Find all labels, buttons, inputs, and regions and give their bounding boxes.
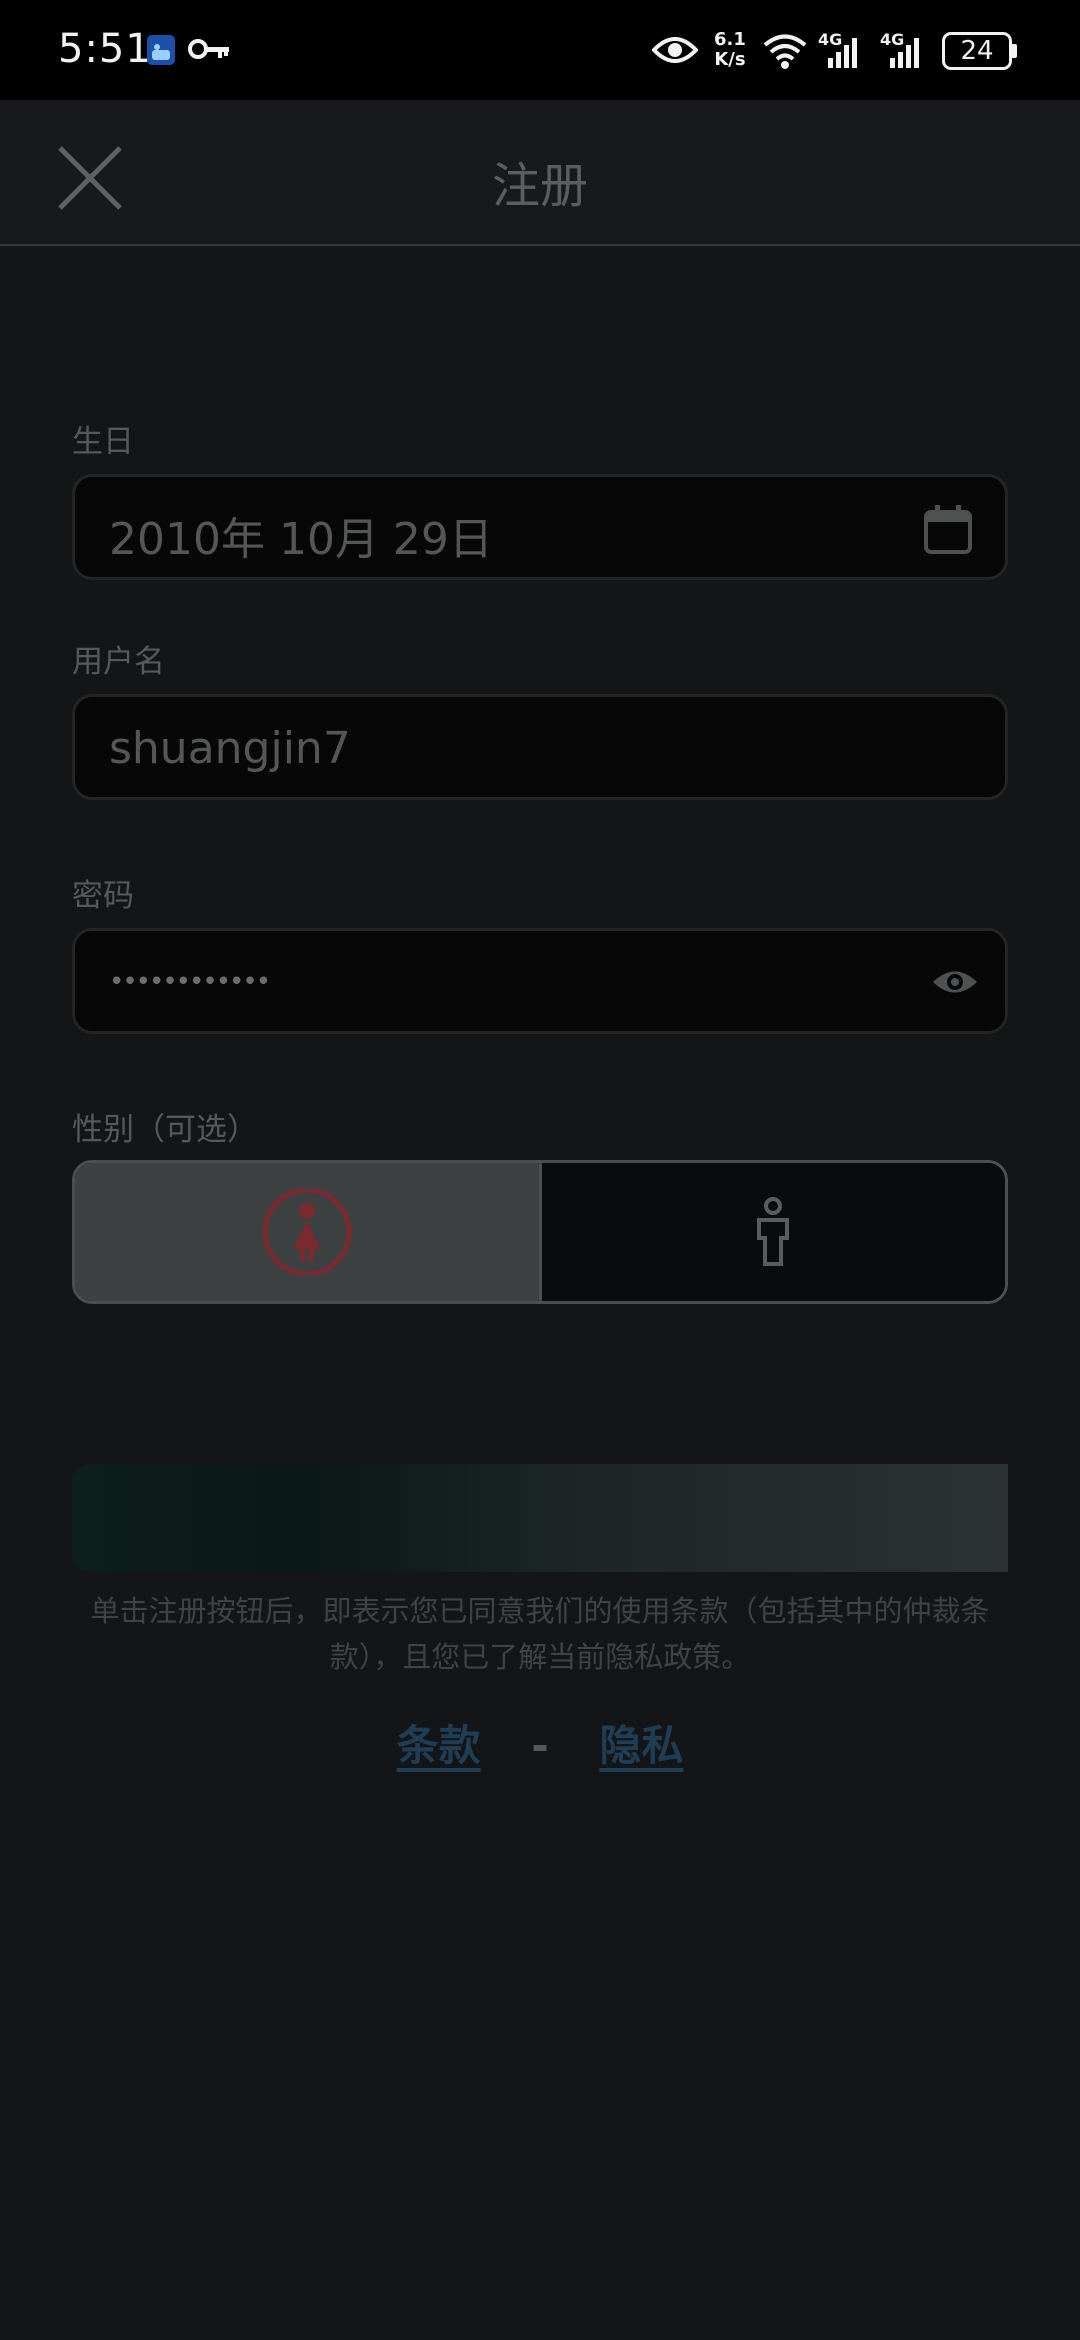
key-icon <box>188 39 229 59</box>
username-field[interactable]: shuangjin7 <box>72 694 1008 800</box>
female-icon <box>262 1189 352 1275</box>
calendar-icon[interactable] <box>923 503 973 555</box>
net-speed-unit: K/s <box>714 49 746 70</box>
terms-link[interactable]: 条款 <box>397 1721 481 1770</box>
battery-level: 24 <box>960 36 994 66</box>
header: 注册 <box>0 100 1080 246</box>
password-label: 密码 <box>72 878 134 914</box>
username-label: 用户名 <box>72 644 165 680</box>
gender-label: 性别（可选） <box>72 1112 258 1148</box>
signal-icon <box>890 38 919 68</box>
password-value: •••••••••••• <box>109 967 271 997</box>
app-icon <box>147 35 175 65</box>
links-separator: - <box>531 1721 549 1770</box>
eye-icon[interactable] <box>931 965 979 999</box>
status-time: 5:51 <box>58 26 152 72</box>
username-value: shuangjin7 <box>109 723 351 774</box>
legal-links: 条款 - 隐私 <box>0 1712 1080 1773</box>
signal-icon <box>828 38 857 68</box>
gender-selector <box>72 1160 1008 1304</box>
birthday-label: 生日 <box>72 424 134 460</box>
wifi-icon <box>763 34 807 69</box>
password-field[interactable]: •••••••••••• <box>72 928 1008 1034</box>
register-button[interactable] <box>72 1464 1008 1572</box>
terms-text: 单击注册按钮后，即表示您已同意我们的使用条款（包括其中的仲裁条款），且您已了解当… <box>90 1594 990 1674</box>
page-title: 注册 <box>491 158 588 214</box>
birthday-value: 2010年 10月 29日 <box>109 514 493 565</box>
net-speed-value: 6.1 <box>714 29 746 50</box>
gender-male-option[interactable] <box>538 1163 1005 1301</box>
birthday-field[interactable]: 2010年 10月 29日 <box>72 474 1008 580</box>
net-speed: 6.1 K/s <box>714 30 746 70</box>
status-bar: 5:51 6.1 K/s 4G 4G 24 <box>0 0 1080 100</box>
privacy-link[interactable]: 隐私 <box>599 1721 683 1770</box>
gender-female-option[interactable] <box>75 1163 539 1301</box>
male-icon <box>757 1197 790 1266</box>
battery-tip <box>1012 44 1017 58</box>
battery-icon: 24 <box>942 32 1012 70</box>
eye-icon <box>652 37 698 63</box>
